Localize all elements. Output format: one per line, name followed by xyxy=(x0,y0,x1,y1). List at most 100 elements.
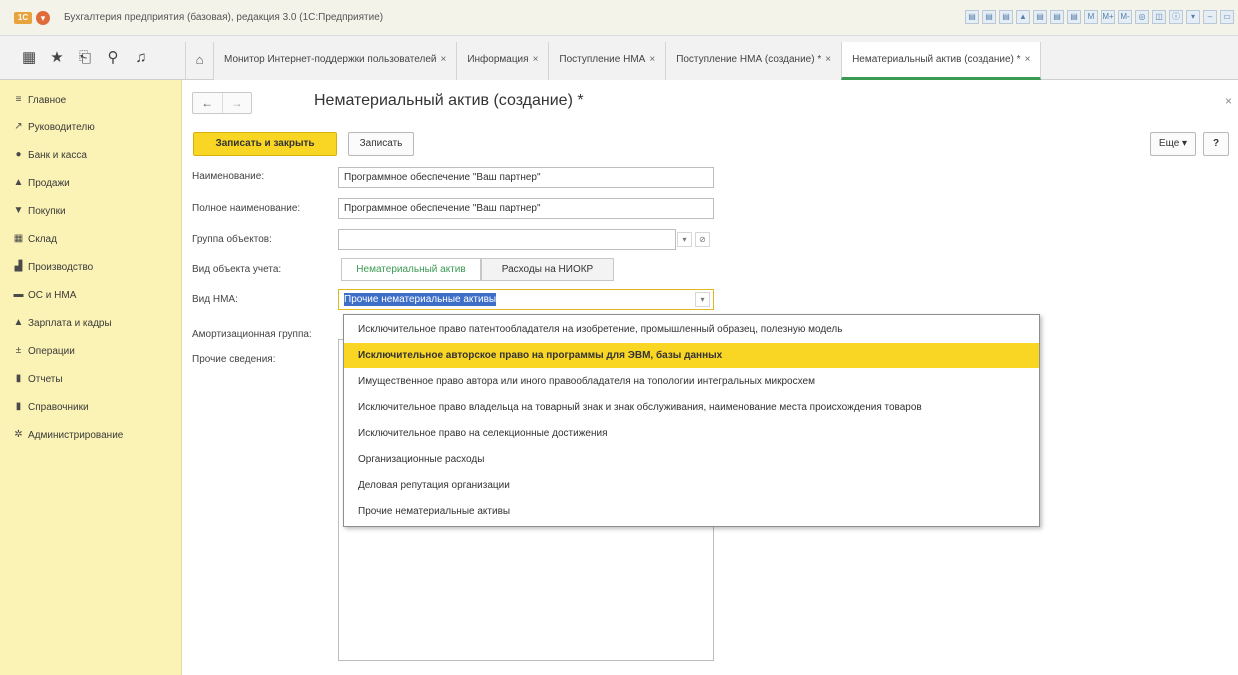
sidebar-item-payroll[interactable]: ▲ Зарплата и кадры xyxy=(0,313,182,333)
close-icon[interactable]: × xyxy=(440,54,446,65)
tab-information[interactable]: Информация × xyxy=(456,42,549,80)
close-icon[interactable]: × xyxy=(1225,94,1232,108)
sidebar-item-operations[interactable]: ± Операции xyxy=(0,341,182,361)
sidebar: ≡ Главное ↗ Руководителю ● Банк и касса ▲ Пр… xyxy=(0,80,182,675)
operations-icon: ± xyxy=(15,345,22,356)
toolbar-tool-icon[interactable]: ▤ xyxy=(1067,10,1081,24)
toolbar-tool-icon[interactable]: ▤ xyxy=(999,10,1013,24)
sidebar-item-administration[interactable]: ✲ Администрирование xyxy=(0,425,182,445)
toolbar-tool-icon[interactable]: ▲ xyxy=(1016,10,1030,24)
history-icon[interactable]: ⎗ xyxy=(78,50,92,66)
toolbar-tool-icon[interactable]: ▤ xyxy=(982,10,996,24)
chevron-down-icon[interactable]: ▾ xyxy=(695,292,710,307)
name-label: Наименование: xyxy=(192,171,265,182)
account-type-label: Вид объекта учета: xyxy=(192,264,282,275)
sidebar-item-label: Администрирование xyxy=(28,429,124,441)
memory-plus-icon[interactable]: M+ xyxy=(1101,10,1115,24)
amortization-group-label: Амортизационная группа: xyxy=(192,329,312,340)
tab-nma-receipts[interactable]: Поступление НМА × xyxy=(548,42,666,80)
dropdown-option[interactable]: Прочие нематериальные активы xyxy=(344,499,1039,524)
sidebar-item-purchases[interactable]: ▼ Покупки xyxy=(0,201,182,221)
sidebar-item-main[interactable]: ≡ Главное xyxy=(0,90,182,110)
account-type-rnd-toggle[interactable]: Расходы на НИОКР xyxy=(481,258,614,281)
tab-label: Информация xyxy=(467,54,529,65)
tab-label: Монитор Интернет-поддержки пользователей xyxy=(224,54,437,65)
bell-icon[interactable]: ♫ xyxy=(134,50,148,66)
dropdown-option[interactable]: Исключительное право владельца на товарн… xyxy=(344,395,1039,420)
tab-label: Поступление НМА (создание) * xyxy=(676,54,822,65)
sidebar-item-label: Продажи xyxy=(28,177,70,189)
sidebar-item-warehouse[interactable]: ▦ Склад xyxy=(0,229,182,249)
save-button[interactable]: Записать xyxy=(348,132,414,156)
info-icon[interactable]: ⓘ xyxy=(1169,10,1183,24)
search-icon[interactable]: ⚲ xyxy=(106,50,120,66)
chevron-down-icon[interactable]: ▾ xyxy=(1186,10,1200,24)
memory-m-icon[interactable]: M xyxy=(1084,10,1098,24)
star-icon[interactable]: ★ xyxy=(50,50,64,66)
sidebar-item-label: Руководителю xyxy=(28,121,95,133)
dropdown-option[interactable]: Исключительное право патентообладателя н… xyxy=(344,317,1039,342)
app-logo: 1С xyxy=(14,12,32,24)
warehouse-icon: ▦ xyxy=(13,233,24,244)
tab-nma-receipt-new[interactable]: Поступление НМА (создание) * × xyxy=(665,42,842,80)
page-title: Нематериальный актив (создание) * xyxy=(314,92,584,109)
close-icon[interactable]: × xyxy=(533,54,539,65)
home-tab[interactable]: ⌂ xyxy=(185,42,213,80)
window-titlebar: 1С ▾ Бухгалтерия предприятия (базовая), … xyxy=(0,0,1238,36)
chevron-down-icon[interactable]: ▾ xyxy=(677,232,692,247)
bar-chart-icon: ▮ xyxy=(15,373,22,384)
dropdown-option[interactable]: Имущественное право автора или иного пра… xyxy=(344,369,1039,394)
sales-icon: ▲ xyxy=(13,177,24,188)
close-icon[interactable]: × xyxy=(649,54,655,65)
more-menu-button[interactable]: Еще ▾ xyxy=(1150,132,1196,156)
panels-icon[interactable]: ◫ xyxy=(1152,10,1166,24)
sidebar-item-reports[interactable]: ▮ Отчеты xyxy=(0,369,182,389)
open-link-icon[interactable]: ⊘ xyxy=(695,232,710,247)
dropdown-option[interactable]: Деловая репутация организации xyxy=(344,473,1039,498)
titlebar-toolbar: ▤ ▤ ▤ ▲ ▤ ▤ ▤ M M+ M- ◎ ◫ ⓘ ▾ – ▭ xyxy=(965,10,1234,24)
account-type-intangible-toggle[interactable]: Нематериальный актив xyxy=(341,258,481,281)
grid-icon[interactable]: ▦ xyxy=(22,50,36,66)
sidebar-item-manager[interactable]: ↗ Руководителю xyxy=(0,117,182,137)
dropdown-option[interactable]: Организационные расходы xyxy=(344,447,1039,472)
book-icon: ▮ xyxy=(15,401,22,412)
toolbar-tool-icon[interactable]: ▤ xyxy=(1050,10,1064,24)
sidebar-item-catalogs[interactable]: ▮ Справочники xyxy=(0,397,182,417)
nma-type-value: Прочие нематериальные активы xyxy=(344,293,497,306)
main-menu-button[interactable]: ▾ xyxy=(36,11,50,25)
toolbar-tool-icon[interactable]: ▤ xyxy=(965,10,979,24)
memory-minus-icon[interactable]: M- xyxy=(1118,10,1132,24)
sidebar-item-fixed-assets[interactable]: ▬ ОС и НМА xyxy=(0,285,182,305)
sidebar-item-label: Покупки xyxy=(28,205,66,217)
tabs: Монитор Интернет-поддержки пользователей… xyxy=(213,42,1042,80)
close-icon[interactable]: × xyxy=(825,54,831,65)
chart-trend-icon: ↗ xyxy=(14,121,23,132)
cart-icon: ▼ xyxy=(13,205,24,216)
sidebar-item-sales[interactable]: ▲ Продажи xyxy=(0,173,182,193)
tab-support-monitor[interactable]: Монитор Интернет-поддержки пользователей… xyxy=(213,42,457,80)
dropdown-option[interactable]: Исключительное право на селекционные дос… xyxy=(344,421,1039,446)
sidebar-item-label: Банк и касса xyxy=(28,149,87,161)
home-icon: ⌂ xyxy=(195,52,204,67)
minimize-icon[interactable]: – xyxy=(1203,10,1217,24)
help-button[interactable]: ? xyxy=(1203,132,1229,156)
tab-intangible-asset-new[interactable]: Нематериальный актив (создание) * × xyxy=(841,42,1042,80)
maximize-icon[interactable]: ▭ xyxy=(1220,10,1234,24)
group-field[interactable] xyxy=(338,229,676,250)
sidebar-item-bank[interactable]: ● Банк и касса xyxy=(0,145,182,165)
back-arrow-icon[interactable]: ← xyxy=(193,93,222,113)
close-icon[interactable]: × xyxy=(1025,54,1031,65)
name-field[interactable]: Программное обеспечение "Ваш партнер" xyxy=(338,167,714,188)
sidebar-item-production[interactable]: ▟ Производство xyxy=(0,257,182,277)
nma-type-select[interactable]: Прочие нематериальные активы xyxy=(338,289,714,310)
window-title: Бухгалтерия предприятия (базовая), редак… xyxy=(64,12,384,23)
toolbar-tool-icon[interactable]: ▤ xyxy=(1033,10,1047,24)
fullname-field[interactable]: Программное обеспечение "Ваш партнер" xyxy=(338,198,714,219)
nma-type-label: Вид НМА: xyxy=(192,294,238,305)
forward-arrow-icon[interactable]: → xyxy=(221,93,252,113)
dropdown-option-highlighted[interactable]: Исключительное авторское право на програ… xyxy=(344,343,1039,368)
sidebar-item-label: Справочники xyxy=(28,401,89,413)
sidebar-item-label: ОС и НМА xyxy=(28,289,77,301)
save-and-close-button[interactable]: Записать и закрыть xyxy=(193,132,337,156)
zoom-icon[interactable]: ◎ xyxy=(1135,10,1149,24)
